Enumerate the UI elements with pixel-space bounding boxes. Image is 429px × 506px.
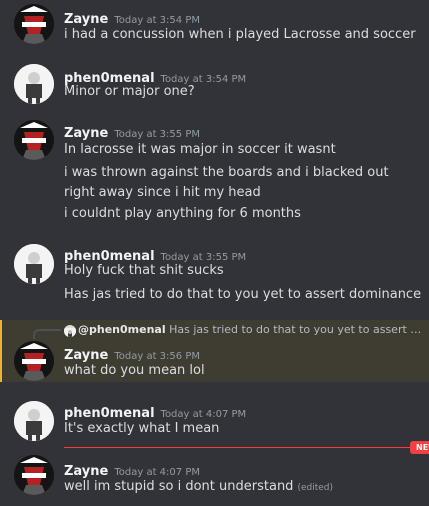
- reply-text: Has jas tried to do that to you yet to a…: [169, 323, 424, 336]
- white-character-avatar-icon[interactable]: [14, 64, 54, 104]
- message-text: It's exactly what I mean: [64, 421, 220, 436]
- message-text: Holy fuck that shit sucks: [64, 263, 224, 278]
- wizard-avatar-icon[interactable]: [14, 120, 54, 160]
- wizard-avatar-icon[interactable]: [14, 341, 54, 381]
- author-name[interactable]: Zayne: [64, 126, 108, 141]
- edited-label: (edited): [297, 483, 333, 493]
- message-text: i had a concussion when i played Lacross…: [64, 27, 416, 42]
- white-character-avatar-icon[interactable]: [14, 401, 54, 441]
- reply-preview[interactable]: @phen0menal Has jas tried to do that to …: [64, 323, 424, 336]
- message-text: Has jas tried to do that to you yet to a…: [64, 287, 422, 302]
- wizard-avatar-icon[interactable]: [14, 455, 54, 495]
- new-messages-divider: [64, 447, 414, 448]
- message-text: In lacrosse it was major in soccer it wa…: [64, 142, 336, 157]
- message-text: what do you mean lol: [64, 363, 205, 378]
- timestamp: Today at 3:55 PM: [114, 129, 200, 140]
- message-text: Minor or major one?: [64, 84, 195, 99]
- message-text: i was thrown against the boards and i bl…: [64, 165, 389, 200]
- white-character-avatar-icon[interactable]: [14, 244, 54, 284]
- reply-mention[interactable]: @phen0menal: [78, 323, 166, 336]
- message-text-content: well im stupid so i dont understand: [64, 479, 294, 494]
- wizard-avatar-icon[interactable]: [14, 4, 54, 44]
- highlight-bar: [0, 320, 2, 382]
- message-text: i couldnt play anything for 6 months: [64, 206, 301, 221]
- new-badge: NEW: [410, 441, 429, 454]
- reply-spine: [33, 329, 61, 339]
- message-text: well im stupid so i dont understand (edit…: [64, 477, 333, 498]
